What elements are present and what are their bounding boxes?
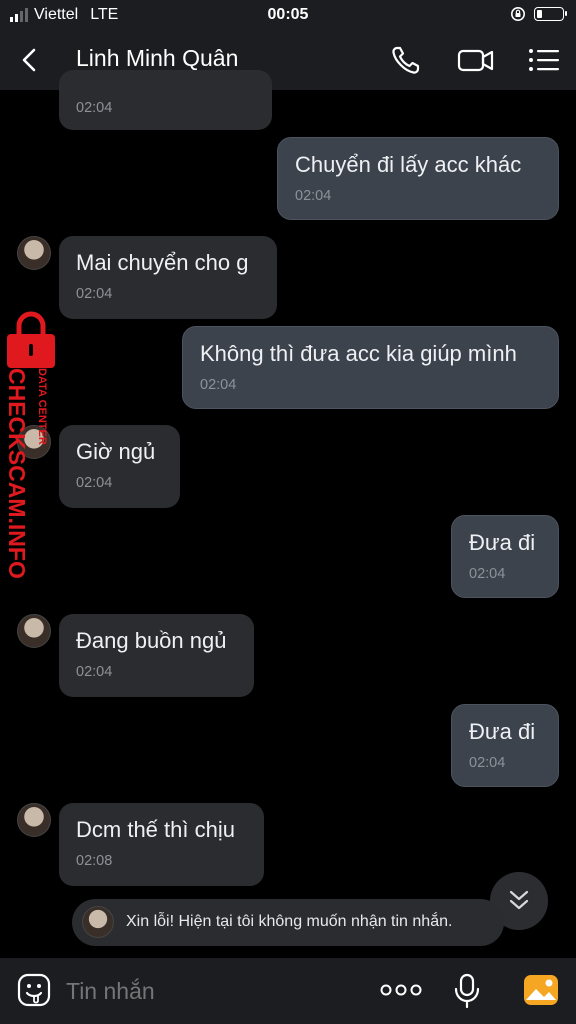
message-text: Đưa đi bbox=[469, 719, 536, 744]
message-text: Dcm thế thì chịu bbox=[76, 817, 235, 842]
more-icon[interactable] bbox=[380, 982, 422, 998]
avatar[interactable] bbox=[17, 236, 51, 270]
message-text: Đang buồn ngủ bbox=[76, 628, 227, 653]
avatar bbox=[82, 906, 114, 938]
message-composer bbox=[0, 958, 576, 1024]
message-time: 02:04 bbox=[76, 286, 113, 302]
message-text: Chuyển đi lấy acc khác bbox=[295, 152, 522, 177]
watermark-sub: DATA CENTER bbox=[36, 368, 48, 445]
message-text: Mai chuyển cho g bbox=[76, 250, 249, 275]
photo-icon[interactable] bbox=[522, 972, 560, 1008]
checkscam-watermark: CHECKSCAM.INFO DATA CENTER bbox=[4, 311, 55, 579]
phone-icon[interactable] bbox=[388, 42, 424, 78]
message-time: 02:04 bbox=[76, 475, 113, 491]
microphone-icon[interactable] bbox=[452, 972, 482, 1010]
message-bubble-incoming[interactable]: Dcm thế thì chịu 02:08 bbox=[59, 803, 264, 886]
status-bar: Viettel LTE 00:05 bbox=[0, 0, 576, 30]
auto-reply-notice: Xin lỗi! Hiện tại tôi không muốn nhận ti… bbox=[72, 899, 504, 946]
message-bubble-outgoing[interactable]: Chuyển đi lấy acc khác 02:04 bbox=[277, 137, 559, 220]
video-call-icon[interactable] bbox=[456, 42, 496, 78]
sticker-icon[interactable] bbox=[16, 972, 52, 1008]
battery-icon bbox=[534, 7, 567, 21]
message-bubble-incoming[interactable]: Đang buồn ngủ 02:04 bbox=[59, 614, 254, 697]
chevron-left-icon[interactable] bbox=[14, 44, 46, 76]
message-text: Không thì đưa acc kia giúp mình bbox=[200, 341, 517, 366]
message-time: 02:04 bbox=[469, 755, 506, 771]
message-text: Đưa đi bbox=[469, 530, 536, 555]
message-text: Giờ ngủ bbox=[76, 439, 156, 464]
menu-list-icon[interactable] bbox=[527, 42, 561, 78]
avatar[interactable] bbox=[17, 614, 51, 648]
orientation-lock-icon bbox=[511, 7, 525, 21]
message-time: 02:04 bbox=[200, 377, 237, 393]
message-input[interactable] bbox=[66, 976, 356, 1006]
message-time: 02:04 bbox=[76, 664, 113, 680]
message-bubble-incoming[interactable]: Mai chuyển cho g 02:04 bbox=[59, 236, 277, 319]
message-bubble-outgoing[interactable]: Không thì đưa acc kia giúp mình 02:04 bbox=[182, 326, 559, 409]
battery-level bbox=[537, 10, 542, 18]
message-time: 02:08 bbox=[76, 853, 113, 869]
message-bubble-outgoing[interactable]: Đưa đi 02:04 bbox=[451, 515, 559, 598]
message-bubble-incoming[interactable]: 02:04 bbox=[59, 70, 272, 130]
avatar[interactable] bbox=[17, 803, 51, 837]
message-time: 02:04 bbox=[295, 188, 332, 204]
message-time: 02:04 bbox=[469, 566, 506, 582]
watermark-brand: CHECKSCAM.INFO bbox=[4, 368, 30, 579]
status-time: 00:05 bbox=[267, 6, 309, 23]
message-time: 02:04 bbox=[76, 100, 113, 116]
notice-text: Xin lỗi! Hiện tại tôi không muốn nhận ti… bbox=[126, 913, 453, 930]
message-bubble-incoming[interactable]: Giờ ngủ 02:04 bbox=[59, 425, 180, 508]
contact-name[interactable]: Linh Minh Quân bbox=[76, 45, 238, 72]
message-bubble-outgoing[interactable]: Đưa đi 02:04 bbox=[451, 704, 559, 787]
